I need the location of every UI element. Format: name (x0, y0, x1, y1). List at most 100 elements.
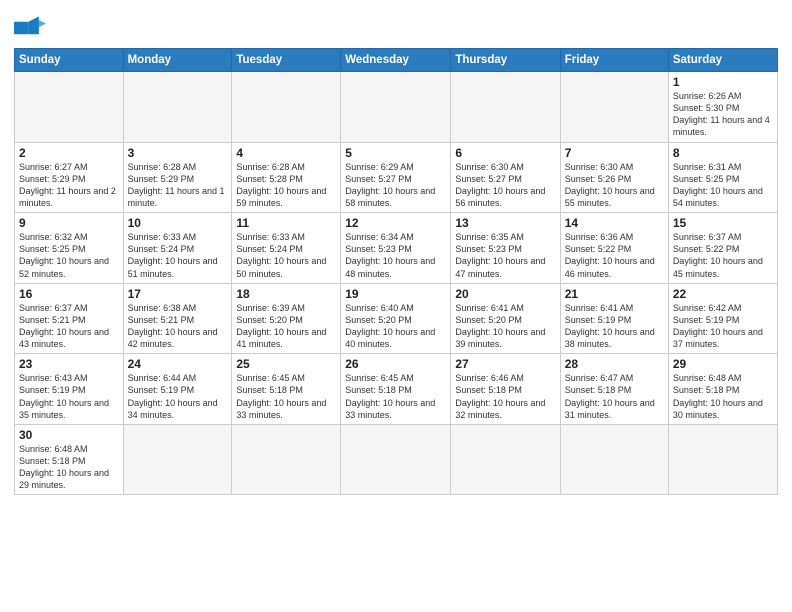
day-cell (341, 424, 451, 495)
day-info: Sunrise: 6:43 AM Sunset: 5:19 PM Dayligh… (19, 372, 119, 421)
logo (14, 14, 50, 42)
day-cell: 20Sunrise: 6:41 AM Sunset: 5:20 PM Dayli… (451, 283, 560, 354)
day-info: Sunrise: 6:38 AM Sunset: 5:21 PM Dayligh… (128, 302, 228, 351)
day-cell: 26Sunrise: 6:45 AM Sunset: 5:18 PM Dayli… (341, 354, 451, 425)
day-info: Sunrise: 6:46 AM Sunset: 5:18 PM Dayligh… (455, 372, 555, 421)
day-info: Sunrise: 6:47 AM Sunset: 5:18 PM Dayligh… (565, 372, 664, 421)
day-cell: 7Sunrise: 6:30 AM Sunset: 5:26 PM Daylig… (560, 142, 668, 213)
day-number: 29 (673, 357, 773, 371)
day-number: 13 (455, 216, 555, 230)
day-cell: 19Sunrise: 6:40 AM Sunset: 5:20 PM Dayli… (341, 283, 451, 354)
weekday-header-thursday: Thursday (451, 49, 560, 72)
day-info: Sunrise: 6:27 AM Sunset: 5:29 PM Dayligh… (19, 161, 119, 210)
day-cell (560, 72, 668, 143)
main-container: SundayMondayTuesdayWednesdayThursdayFrid… (0, 0, 792, 612)
header (14, 10, 778, 42)
day-info: Sunrise: 6:31 AM Sunset: 5:25 PM Dayligh… (673, 161, 773, 210)
weekday-header-friday: Friday (560, 49, 668, 72)
day-info: Sunrise: 6:44 AM Sunset: 5:19 PM Dayligh… (128, 372, 228, 421)
day-cell (560, 424, 668, 495)
day-cell: 15Sunrise: 6:37 AM Sunset: 5:22 PM Dayli… (668, 213, 777, 284)
day-cell: 3Sunrise: 6:28 AM Sunset: 5:29 PM Daylig… (123, 142, 232, 213)
day-cell (15, 72, 124, 143)
day-cell (451, 72, 560, 143)
week-row-2: 9Sunrise: 6:32 AM Sunset: 5:25 PM Daylig… (15, 213, 778, 284)
weekday-header-tuesday: Tuesday (232, 49, 341, 72)
day-info: Sunrise: 6:34 AM Sunset: 5:23 PM Dayligh… (345, 231, 446, 280)
day-cell: 10Sunrise: 6:33 AM Sunset: 5:24 PM Dayli… (123, 213, 232, 284)
day-cell: 11Sunrise: 6:33 AM Sunset: 5:24 PM Dayli… (232, 213, 341, 284)
day-cell (451, 424, 560, 495)
day-number: 18 (236, 287, 336, 301)
day-info: Sunrise: 6:37 AM Sunset: 5:21 PM Dayligh… (19, 302, 119, 351)
day-cell: 12Sunrise: 6:34 AM Sunset: 5:23 PM Dayli… (341, 213, 451, 284)
day-cell: 23Sunrise: 6:43 AM Sunset: 5:19 PM Dayli… (15, 354, 124, 425)
day-number: 6 (455, 146, 555, 160)
day-info: Sunrise: 6:41 AM Sunset: 5:19 PM Dayligh… (565, 302, 664, 351)
day-info: Sunrise: 6:32 AM Sunset: 5:25 PM Dayligh… (19, 231, 119, 280)
day-cell: 6Sunrise: 6:30 AM Sunset: 5:27 PM Daylig… (451, 142, 560, 213)
day-number: 7 (565, 146, 664, 160)
weekday-header-wednesday: Wednesday (341, 49, 451, 72)
day-cell: 4Sunrise: 6:28 AM Sunset: 5:28 PM Daylig… (232, 142, 341, 213)
day-cell: 16Sunrise: 6:37 AM Sunset: 5:21 PM Dayli… (15, 283, 124, 354)
day-cell: 25Sunrise: 6:45 AM Sunset: 5:18 PM Dayli… (232, 354, 341, 425)
day-number: 21 (565, 287, 664, 301)
day-info: Sunrise: 6:40 AM Sunset: 5:20 PM Dayligh… (345, 302, 446, 351)
day-number: 1 (673, 75, 773, 89)
day-info: Sunrise: 6:30 AM Sunset: 5:27 PM Dayligh… (455, 161, 555, 210)
day-number: 25 (236, 357, 336, 371)
day-cell (123, 424, 232, 495)
day-cell: 27Sunrise: 6:46 AM Sunset: 5:18 PM Dayli… (451, 354, 560, 425)
day-cell: 24Sunrise: 6:44 AM Sunset: 5:19 PM Dayli… (123, 354, 232, 425)
day-cell: 5Sunrise: 6:29 AM Sunset: 5:27 PM Daylig… (341, 142, 451, 213)
day-number: 11 (236, 216, 336, 230)
day-number: 22 (673, 287, 773, 301)
day-cell (341, 72, 451, 143)
day-number: 24 (128, 357, 228, 371)
day-number: 19 (345, 287, 446, 301)
day-info: Sunrise: 6:48 AM Sunset: 5:18 PM Dayligh… (673, 372, 773, 421)
day-number: 10 (128, 216, 228, 230)
day-info: Sunrise: 6:37 AM Sunset: 5:22 PM Dayligh… (673, 231, 773, 280)
day-cell: 22Sunrise: 6:42 AM Sunset: 5:19 PM Dayli… (668, 283, 777, 354)
day-info: Sunrise: 6:28 AM Sunset: 5:29 PM Dayligh… (128, 161, 228, 210)
day-info: Sunrise: 6:45 AM Sunset: 5:18 PM Dayligh… (236, 372, 336, 421)
day-number: 5 (345, 146, 446, 160)
day-number: 12 (345, 216, 446, 230)
day-number: 2 (19, 146, 119, 160)
day-info: Sunrise: 6:35 AM Sunset: 5:23 PM Dayligh… (455, 231, 555, 280)
day-info: Sunrise: 6:28 AM Sunset: 5:28 PM Dayligh… (236, 161, 336, 210)
day-cell: 17Sunrise: 6:38 AM Sunset: 5:21 PM Dayli… (123, 283, 232, 354)
week-row-3: 16Sunrise: 6:37 AM Sunset: 5:21 PM Dayli… (15, 283, 778, 354)
day-number: 8 (673, 146, 773, 160)
day-number: 17 (128, 287, 228, 301)
day-cell: 9Sunrise: 6:32 AM Sunset: 5:25 PM Daylig… (15, 213, 124, 284)
calendar-table: SundayMondayTuesdayWednesdayThursdayFrid… (14, 48, 778, 495)
day-number: 3 (128, 146, 228, 160)
week-row-4: 23Sunrise: 6:43 AM Sunset: 5:19 PM Dayli… (15, 354, 778, 425)
day-info: Sunrise: 6:33 AM Sunset: 5:24 PM Dayligh… (128, 231, 228, 280)
day-number: 15 (673, 216, 773, 230)
day-number: 4 (236, 146, 336, 160)
day-number: 27 (455, 357, 555, 371)
day-info: Sunrise: 6:33 AM Sunset: 5:24 PM Dayligh… (236, 231, 336, 280)
week-row-5: 30Sunrise: 6:48 AM Sunset: 5:18 PM Dayli… (15, 424, 778, 495)
day-info: Sunrise: 6:48 AM Sunset: 5:18 PM Dayligh… (19, 443, 119, 492)
weekday-header-row: SundayMondayTuesdayWednesdayThursdayFrid… (15, 49, 778, 72)
weekday-header-saturday: Saturday (668, 49, 777, 72)
weekday-header-monday: Monday (123, 49, 232, 72)
day-info: Sunrise: 6:36 AM Sunset: 5:22 PM Dayligh… (565, 231, 664, 280)
day-cell (668, 424, 777, 495)
day-cell: 18Sunrise: 6:39 AM Sunset: 5:20 PM Dayli… (232, 283, 341, 354)
day-cell (123, 72, 232, 143)
weekday-header-sunday: Sunday (15, 49, 124, 72)
day-info: Sunrise: 6:42 AM Sunset: 5:19 PM Dayligh… (673, 302, 773, 351)
day-info: Sunrise: 6:45 AM Sunset: 5:18 PM Dayligh… (345, 372, 446, 421)
day-number: 16 (19, 287, 119, 301)
day-number: 28 (565, 357, 664, 371)
day-cell: 2Sunrise: 6:27 AM Sunset: 5:29 PM Daylig… (15, 142, 124, 213)
week-row-0: 1Sunrise: 6:26 AM Sunset: 5:30 PM Daylig… (15, 72, 778, 143)
day-info: Sunrise: 6:29 AM Sunset: 5:27 PM Dayligh… (345, 161, 446, 210)
logo-icon (14, 14, 46, 42)
